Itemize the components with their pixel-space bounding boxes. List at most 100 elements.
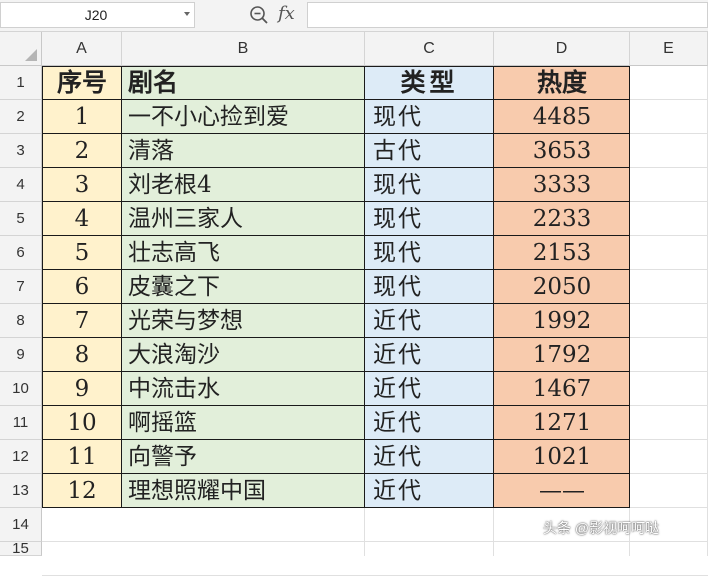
column-header-b[interactable]: B — [122, 32, 365, 66]
header-cell-type[interactable]: 类型 — [365, 66, 494, 100]
table-border — [42, 167, 630, 168]
cell-index[interactable]: 6 — [42, 270, 122, 304]
row-header-8[interactable]: 8 — [0, 304, 42, 338]
gridline — [630, 269, 708, 270]
cell-type[interactable]: 现代 — [365, 236, 494, 270]
cell-index[interactable]: 5 — [42, 236, 122, 270]
row-header-11[interactable]: 11 — [0, 406, 42, 440]
gridline — [630, 99, 708, 100]
cell-index[interactable]: 1 — [42, 100, 122, 134]
cell-heat[interactable]: —— — [494, 474, 630, 508]
cell-heat[interactable]: 2153 — [494, 236, 630, 270]
cell-type[interactable]: 现代 — [365, 270, 494, 304]
cell-heat[interactable]: 1021 — [494, 440, 630, 474]
row-header-13[interactable]: 13 — [0, 474, 42, 508]
cell-title[interactable]: 大浪淘沙 — [122, 338, 365, 372]
gridline — [630, 473, 708, 474]
name-box-value: J20 — [84, 7, 108, 23]
cell-index[interactable]: 3 — [42, 168, 122, 202]
table-border — [42, 201, 630, 202]
gridline — [630, 337, 708, 338]
cell-index[interactable]: 11 — [42, 440, 122, 474]
cell-type[interactable]: 近代 — [365, 338, 494, 372]
cell-index[interactable]: 10 — [42, 406, 122, 440]
cell-title[interactable]: 中流击水 — [122, 372, 365, 406]
table-border — [42, 439, 630, 440]
row-header-7[interactable]: 7 — [0, 270, 42, 304]
formula-input[interactable] — [307, 2, 708, 28]
header-cell-heat[interactable]: 热度 — [494, 66, 630, 100]
cell-heat[interactable]: 3653 — [494, 134, 630, 168]
row-header-14[interactable]: 14 — [0, 508, 42, 542]
column-header-c[interactable]: C — [365, 32, 494, 66]
cell-type[interactable]: 近代 — [365, 304, 494, 338]
column-header-d[interactable]: D — [494, 32, 630, 66]
name-box[interactable]: J20 — [0, 2, 195, 28]
gridline — [630, 507, 708, 508]
row-header-4[interactable]: 4 — [0, 168, 42, 202]
column-header-a[interactable]: A — [42, 32, 122, 66]
cell-index[interactable]: 7 — [42, 304, 122, 338]
cell-heat[interactable]: 1271 — [494, 406, 630, 440]
cell-title[interactable]: 清落 — [122, 134, 365, 168]
select-all-corner[interactable] — [0, 32, 42, 66]
cell-type[interactable]: 近代 — [365, 406, 494, 440]
cell-title[interactable]: 一不小心捡到爱 — [122, 100, 365, 134]
cell-heat[interactable]: 2050 — [494, 270, 630, 304]
cell-heat[interactable]: 1992 — [494, 304, 630, 338]
cell-heat[interactable]: 2233 — [494, 202, 630, 236]
cell-index[interactable]: 12 — [42, 474, 122, 508]
cell-type[interactable]: 近代 — [365, 474, 494, 508]
table-border — [42, 473, 630, 474]
cell-heat[interactable]: 3333 — [494, 168, 630, 202]
table-border — [42, 269, 630, 270]
cell-index[interactable]: 4 — [42, 202, 122, 236]
cell-title[interactable]: 光荣与梦想 — [122, 304, 365, 338]
cell-type[interactable]: 现代 — [365, 100, 494, 134]
cell-title[interactable]: 向警予 — [122, 440, 365, 474]
cell-index[interactable]: 2 — [42, 134, 122, 168]
column-header-e[interactable]: E — [630, 32, 708, 66]
gridline — [630, 133, 708, 134]
gridline — [630, 167, 708, 168]
row-header-9[interactable]: 9 — [0, 338, 42, 372]
zoom-icon[interactable] — [249, 5, 269, 25]
table-border — [42, 507, 630, 508]
header-cell-index[interactable]: 序号 — [42, 66, 122, 100]
row-header-12[interactable]: 12 — [0, 440, 42, 474]
watermark-text: 头条 @影视呵呵哒 — [543, 520, 660, 536]
cell-heat[interactable]: 1792 — [494, 338, 630, 372]
header-cell-title[interactable]: 剧名 — [122, 66, 365, 100]
select-all-icon[interactable] — [25, 49, 37, 61]
formula-bar: J20 fx — [0, 0, 708, 32]
cell-title[interactable]: 温州三家人 — [122, 202, 365, 236]
row-header-6[interactable]: 6 — [0, 236, 42, 270]
cell-type[interactable]: 古代 — [365, 134, 494, 168]
row-header-15[interactable]: 15 — [0, 541, 42, 556]
table-border — [42, 133, 630, 134]
chevron-down-icon[interactable] — [184, 12, 190, 16]
row-header-3[interactable]: 3 — [0, 134, 42, 168]
cell-title[interactable]: 理想照耀中国 — [122, 474, 365, 508]
row-header-1[interactable]: 1 — [0, 66, 42, 100]
cell-type[interactable]: 近代 — [365, 440, 494, 474]
row-header-10[interactable]: 10 — [0, 372, 42, 406]
gridline — [630, 439, 708, 440]
cell-index[interactable]: 9 — [42, 372, 122, 406]
table-border — [42, 405, 630, 406]
row-header-5[interactable]: 5 — [0, 202, 42, 236]
cell-heat[interactable]: 1467 — [494, 372, 630, 406]
gridline — [630, 201, 708, 202]
gridline — [630, 303, 708, 304]
cell-type[interactable]: 现代 — [365, 202, 494, 236]
cell-title[interactable]: 啊摇篮 — [122, 406, 365, 440]
cell-heat[interactable]: 4485 — [494, 100, 630, 134]
cell-title[interactable]: 刘老根4 — [122, 168, 365, 202]
row-header-2[interactable]: 2 — [0, 100, 42, 134]
cell-title[interactable]: 壮志高飞 — [122, 236, 365, 270]
cell-title[interactable]: 皮囊之下 — [122, 270, 365, 304]
cell-index[interactable]: 8 — [42, 338, 122, 372]
cell-type[interactable]: 近代 — [365, 372, 494, 406]
fx-icon[interactable]: fx — [278, 3, 295, 24]
cell-type[interactable]: 现代 — [365, 168, 494, 202]
